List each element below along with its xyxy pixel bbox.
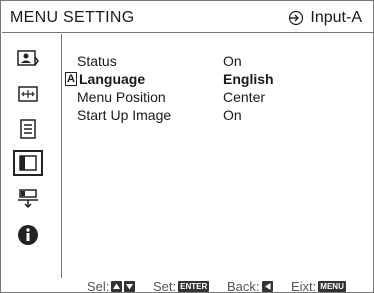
up-arrow-key-icon — [111, 280, 123, 292]
selection-cursor-icon: A — [65, 72, 77, 86]
menu-row-value: English — [223, 71, 274, 87]
installation-icon[interactable] — [13, 186, 43, 212]
menu-row-label: Start Up Image — [77, 107, 172, 123]
menu-row-menu-position[interactable]: Menu Position Center — [77, 88, 343, 106]
menu-row-label-wrap: A Language — [65, 71, 223, 87]
menu-key-icon: MENU — [318, 280, 346, 292]
function-icon[interactable] — [13, 116, 43, 142]
menu-row-status[interactable]: Status On — [77, 52, 343, 70]
key-guide: Sel: Set: ENTER Back: Eixt: MENU — [63, 278, 372, 293]
menu-row-label: Language — [79, 71, 146, 87]
left-arrow-key-icon — [261, 280, 273, 292]
menu-row-value: On — [223, 53, 242, 69]
input-indicator: Input-A — [288, 9, 362, 27]
menu-setting-icon[interactable] — [13, 150, 43, 176]
input-label: Input-A — [310, 9, 362, 26]
key-guide-select-label: Sel: — [87, 278, 110, 293]
key-guide-set-label: Set: — [153, 278, 177, 293]
enter-key-icon: ENTER — [178, 280, 210, 292]
menu-row-value: Center — [223, 89, 266, 105]
menu-sidebar — [2, 34, 62, 278]
menu-header: MENU SETTING Input-A — [2, 2, 374, 33]
menu-row-start-up-image[interactable]: Start Up Image On — [77, 106, 343, 124]
information-icon[interactable] — [13, 222, 43, 248]
picture-icon[interactable] — [13, 46, 43, 72]
key-guide-select: Sel: — [87, 278, 136, 293]
key-guide-back: Back: — [227, 278, 273, 293]
menu-window: MENU SETTING Input-A Status On A Languag… — [0, 0, 374, 293]
menu-row-label: Menu Position — [77, 89, 166, 105]
key-guide-exit-label: Eixt: — [291, 278, 317, 293]
key-guide-exit: Eixt: MENU — [291, 278, 346, 293]
menu-content: Status On A Language English Menu Positi… — [63, 34, 372, 278]
input-arrow-icon — [288, 10, 304, 26]
key-guide-back-label: Back: — [227, 278, 260, 293]
down-arrow-key-icon — [124, 280, 136, 292]
menu-row-label: Status — [77, 53, 117, 69]
screen-icon[interactable] — [13, 81, 43, 107]
menu-row-value: On — [223, 107, 242, 123]
menu-title: MENU SETTING — [10, 9, 135, 26]
menu-row-language[interactable]: A Language English — [65, 70, 343, 88]
key-guide-set: Set: ENTER — [153, 278, 210, 293]
